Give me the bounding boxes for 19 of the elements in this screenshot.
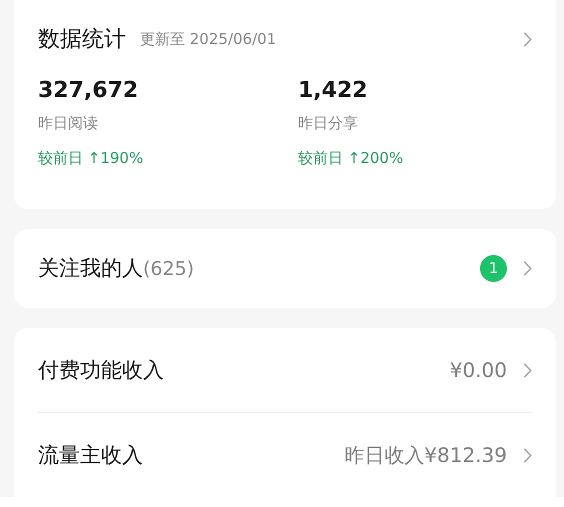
income-value: 昨日收入¥812.39	[344, 442, 507, 468]
chevron-right-icon[interactable]	[523, 260, 532, 277]
section-title: 数据统计	[38, 26, 126, 54]
income-label: 流量主收入	[38, 442, 143, 469]
update-date: 更新至 2025/06/01	[140, 30, 276, 48]
followers-card[interactable]: 关注我的人(625) 1	[14, 228, 556, 308]
metric-change: 较前日 ↑200%	[298, 149, 404, 168]
metric-value: 1,422	[298, 78, 369, 105]
chevron-right-icon[interactable]	[523, 362, 532, 378]
notification-badge: 1	[480, 254, 507, 282]
chevron-right-icon[interactable]	[523, 446, 532, 464]
income-label: 付费功能收入	[38, 357, 164, 384]
followers-label: 关注我的人(625)	[38, 255, 194, 282]
chevron-right-icon[interactable]	[523, 30, 532, 48]
metric-label: 昨日阅读	[38, 114, 99, 133]
income-value: ¥0.00	[450, 358, 507, 382]
metric-change: 较前日 ↑190%	[38, 149, 144, 168]
metric-value: 327,672	[38, 78, 140, 105]
metric-label: 昨日分享	[298, 114, 359, 133]
